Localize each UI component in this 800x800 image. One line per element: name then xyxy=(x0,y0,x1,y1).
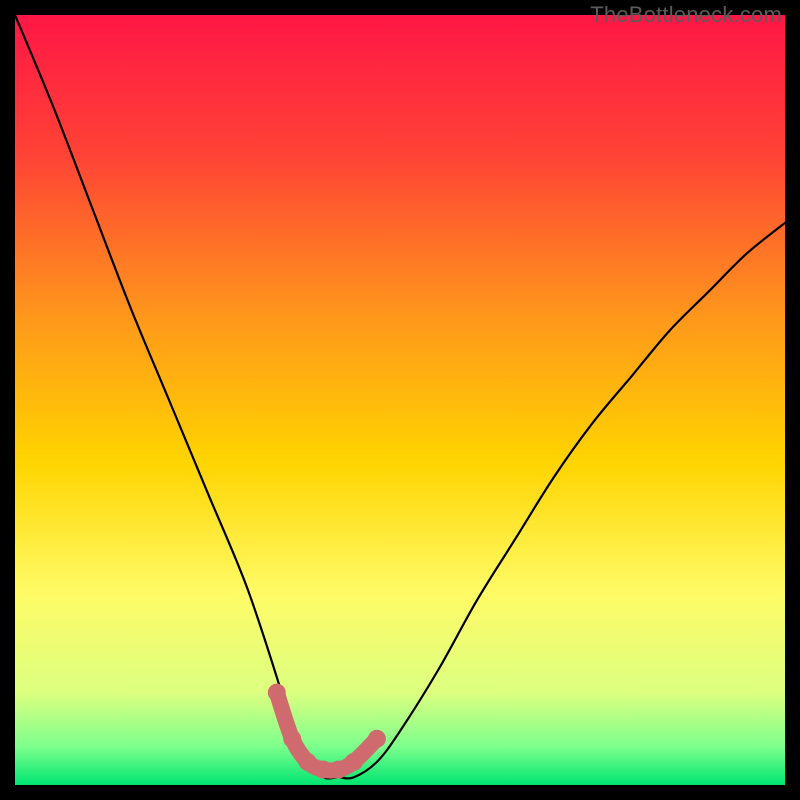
optimal-zone-dot xyxy=(345,753,363,771)
chart-overlay xyxy=(15,15,785,785)
optimal-zone-dot xyxy=(283,730,301,748)
optimal-zone-dot xyxy=(268,684,286,702)
optimal-zone-dot xyxy=(299,753,317,771)
optimal-zone-dot xyxy=(368,730,386,748)
plot-area xyxy=(15,15,785,785)
bottleneck-curve xyxy=(15,15,785,778)
watermark-text: TheBottleneck.com xyxy=(590,2,782,28)
chart-frame: TheBottleneck.com xyxy=(0,0,800,800)
optimal-zone-dot xyxy=(314,761,332,779)
optimal-zone-dot xyxy=(329,761,347,779)
